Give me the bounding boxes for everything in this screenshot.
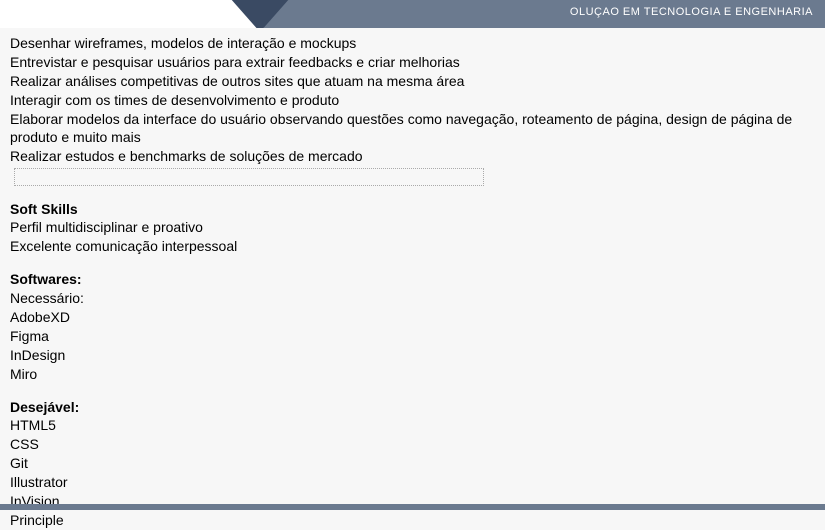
responsibility-item: Interagir com os times de desenvolviment…	[10, 91, 815, 110]
soft-skill-item: Perfil multidisciplinar e proativo	[10, 218, 815, 237]
soft-skills-section: Soft Skills Perfil multidisciplinar e pr…	[10, 200, 815, 257]
software-item: Illustrator	[10, 473, 815, 492]
software-item: Figma	[10, 327, 815, 346]
softwares-heading: Softwares:	[10, 270, 815, 289]
document-content: Desenhar wireframes, modelos de interaçã…	[0, 28, 825, 530]
softwares-desirable-label: Desejável:	[10, 398, 815, 417]
soft-skill-item: Excelente comunicação interpessoal	[10, 237, 815, 256]
dotted-placeholder	[14, 168, 484, 186]
software-item: Miro	[10, 365, 815, 384]
responsibility-item: Realizar estudos e benchmarks de soluçõe…	[10, 148, 363, 164]
soft-skills-heading: Soft Skills	[10, 200, 815, 219]
software-item: AdobeXD	[10, 308, 815, 327]
header-band: OLUÇAO EM TECNOLOGIA E ENGENHARIA	[0, 0, 825, 28]
software-item: Principle	[10, 511, 815, 530]
softwares-section: Softwares: Necessário: AdobeXD Figma InD…	[10, 270, 815, 530]
header-triangle	[230, 0, 290, 28]
responsibility-item: Entrevistar e pesquisar usuários para ex…	[10, 53, 815, 72]
softwares-required-label: Necessário:	[10, 289, 815, 308]
software-item: InDesign	[10, 346, 815, 365]
software-item: CSS	[10, 435, 815, 454]
responsibility-item: Realizar análises competitivas de outros…	[10, 72, 815, 91]
header-tagline: OLUÇAO EM TECNOLOGIA E ENGENHARIA	[570, 6, 813, 18]
responsibility-item: Desenhar wireframes, modelos de interaçã…	[10, 34, 815, 53]
responsibilities-section: Desenhar wireframes, modelos de interaçã…	[10, 34, 815, 186]
responsibility-item: Elaborar modelos da interface do usuário…	[10, 110, 815, 148]
header-notch	[0, 0, 250, 28]
software-item: Git	[10, 454, 815, 473]
footer-band	[0, 504, 825, 510]
software-item: HTML5	[10, 416, 815, 435]
